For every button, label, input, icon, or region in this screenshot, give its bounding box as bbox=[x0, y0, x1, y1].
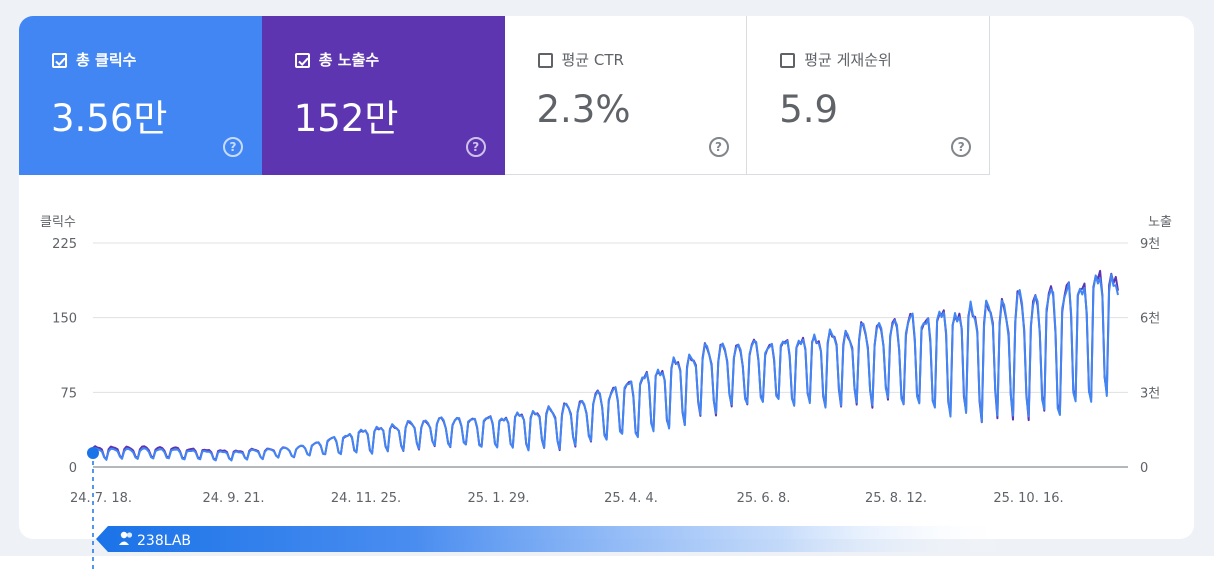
right-tick-label: 3천 bbox=[1140, 386, 1160, 401]
x-tick-label: 25. 6. 8. bbox=[737, 491, 791, 506]
right-tick-label: 6천 bbox=[1140, 312, 1160, 327]
x-tick-label: 25. 10. 16. bbox=[993, 491, 1063, 506]
right-tick-label: 9천 bbox=[1140, 237, 1160, 252]
left-tick-label: 225 bbox=[52, 237, 77, 252]
series-line-clicks bbox=[92, 273, 1119, 462]
right-axis-title: 노출 bbox=[1148, 215, 1172, 230]
performance-chart: 클릭수 노출 225 9천 150 6천 75 3천 0 0 24. 7. 18. 24. 9. 21… bbox=[40, 215, 1172, 573]
x-tick-label: 25. 8. 12. bbox=[865, 491, 927, 506]
watermark-text: 238LAB bbox=[137, 533, 191, 549]
left-axis-title: 클릭수 bbox=[40, 215, 76, 230]
watermark-banner bbox=[96, 526, 1010, 552]
left-tick-label: 150 bbox=[52, 312, 77, 327]
right-tick-label: 0 bbox=[1140, 461, 1148, 476]
x-tick-label: 24. 9. 21. bbox=[202, 491, 264, 506]
x-tick-label: 24. 11. 25. bbox=[331, 491, 401, 506]
x-tick-label: 24. 7. 18. bbox=[70, 491, 132, 506]
left-tick-label: 75 bbox=[60, 386, 77, 401]
x-tick-label: 25. 4. 4. bbox=[604, 491, 658, 506]
x-tick-label: 25. 1. 29. bbox=[467, 491, 529, 506]
series-line-impressions bbox=[92, 269, 1119, 461]
marker-dot[interactable] bbox=[87, 447, 99, 459]
left-tick-label: 0 bbox=[69, 461, 77, 476]
